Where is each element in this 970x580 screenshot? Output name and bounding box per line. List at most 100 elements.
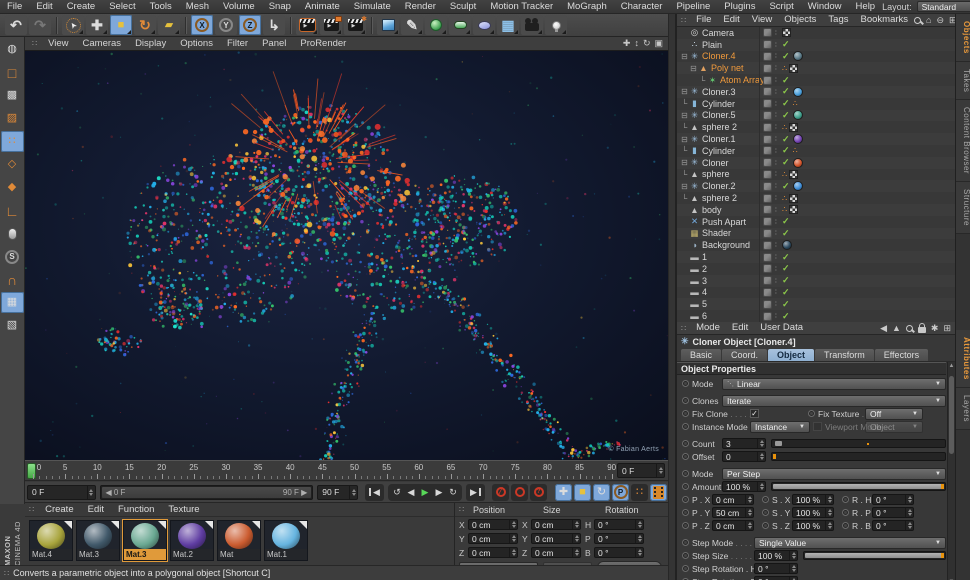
coord-field-position-x[interactable]: 0 cm [468,519,518,530]
render-queue-icon[interactable]: ✱ [344,15,367,35]
menu-edit[interactable]: Edit [726,321,754,335]
menu-mode[interactable]: Mode [690,321,726,335]
object-row-sphere[interactable]: └ ▲ sphere ∶ ∴ [677,168,955,181]
keyframe-circle[interactable] [808,410,815,417]
layer-box-icon[interactable] [763,87,772,97]
visibility-dots-icon[interactable]: ∶ [775,312,779,320]
texture-tag-icon[interactable] [789,169,799,179]
tab-object[interactable]: Object [768,349,815,361]
keyframe-circle[interactable] [682,496,689,503]
visibility-dots-icon[interactable]: ∶ [775,253,779,261]
visibility-dots-icon[interactable]: ∶ [775,100,779,108]
keyframe-circle[interactable] [762,496,769,503]
sz-field[interactable]: 100 % [792,520,834,531]
spline-pen-icon[interactable]: ✎ [401,15,423,35]
coord-field-position-z[interactable]: 0 cm [468,547,518,558]
texture-tag-icon[interactable] [789,205,799,215]
panel-handle-icon[interactable]: ∷ [28,39,41,48]
workplane-options-icon[interactable]: ▧ [1,315,24,336]
step-rotation-h-field[interactable]: 0 ° [754,563,798,574]
object-row-cloner-5[interactable]: ⊟ ✳ Cloner.5 ∶ ✓ [677,109,955,122]
menu-window[interactable]: Window [801,0,849,14]
menu-tools[interactable]: Tools [143,0,179,14]
menu-plugins[interactable]: Plugins [717,0,762,14]
object-row-background[interactable]: ◑ Background ∶ [677,239,955,252]
menu-panel[interactable]: Panel [255,37,293,51]
record-keyframe-button[interactable]: ╱ [492,483,509,501]
layer-box-icon[interactable] [763,205,772,215]
clones-dropdown[interactable]: Iterate ▼ [722,394,946,407]
visibility-dots-icon[interactable]: ∶ [775,52,779,60]
visibility-dots-icon[interactable]: ∶ [775,277,779,285]
tree-expander[interactable]: ⊟ [680,111,689,120]
keyframe-circle[interactable] [682,522,689,529]
keyframe-circle[interactable] [682,483,689,490]
phong-tag-icon[interactable]: ∴ [793,146,798,155]
keyframe-circle[interactable] [682,552,689,559]
viewport-mode-dropdown[interactable]: Object ▼ [865,420,923,433]
menu-create[interactable]: Create [60,0,103,14]
viewport-render[interactable]: © Fabian Aerts [25,51,668,460]
keyframe-circle[interactable] [842,509,849,516]
menu-edit[interactable]: Edit [81,503,111,517]
per-step-dropdown[interactable]: Per Step ▼ [722,467,946,480]
keyframe-circle[interactable] [682,380,689,387]
tree-expander[interactable]: ⊟ [689,64,698,73]
phong-tag-icon[interactable]: ∴ [782,123,787,132]
coord-field-rotation-b[interactable]: 0 ° [594,547,644,558]
coord-field-position-y[interactable]: 0 cm [468,533,518,544]
visibility-dots-icon[interactable]: ∶ [775,288,779,296]
coord-field-size-x[interactable]: 0 cm [531,519,581,530]
object-row-body[interactable]: ▲ body ∶ ∴ [677,203,955,216]
enabled-check-icon[interactable]: ✓ [782,181,790,192]
mode-dropdown[interactable]: ⋱ Linear ▼ [722,377,946,390]
enabled-check-icon[interactable]: ✓ [782,311,790,322]
amount-slider[interactable] [771,482,946,491]
material-mat-3-1[interactable]: Mat.3 [76,520,120,561]
visibility-dots-icon[interactable]: ∶ [775,111,779,119]
object-row-sphere-2[interactable]: └ ▲ sphere 2 ∶ ∴ [677,121,955,134]
enabled-check-icon[interactable]: ✓ [782,275,790,286]
object-row-5[interactable]: ▬ 5 ∶ ✓ [677,298,955,311]
rh-field[interactable]: 0 ° [872,494,914,505]
visibility-dots-icon[interactable]: ∶ [775,300,779,308]
workplane-mode-icon[interactable]: ▨ [1,108,24,129]
tree-expander[interactable]: ⊟ [680,182,689,191]
visibility-dots-icon[interactable]: ∶ [775,182,779,190]
render-view-icon[interactable] [296,15,318,35]
playhead[interactable] [27,463,36,479]
object-row-6[interactable]: ▬ 6 ∶ ✓ [677,310,955,322]
step-size-slider[interactable] [803,551,946,560]
menu-pipeline[interactable]: Pipeline [669,0,717,14]
visibility-dots-icon[interactable]: ∶ [775,88,779,96]
keyframe-circle[interactable] [682,509,689,516]
menu-character[interactable]: Character [614,0,670,14]
offset-slider[interactable] [771,452,946,461]
keyframe-circle[interactable] [682,565,689,572]
menu-filter[interactable]: Filter [220,37,255,51]
frame-spinner[interactable]: 0 F [617,463,665,478]
phong-tag-icon[interactable]: ∴ [782,194,787,203]
coord-field-rotation-p[interactable]: 0 ° [594,533,644,544]
texture-tag-icon[interactable] [789,122,799,132]
visibility-dots-icon[interactable]: ∶ [775,241,779,249]
tab-effectors[interactable]: Effectors [874,349,929,361]
texture-mode-icon[interactable]: ▩ [1,85,24,106]
pan-view-icon[interactable]: ✚ [623,38,631,49]
coord-field-size-y[interactable]: 0 cm [531,533,581,544]
dock-tab-takes[interactable]: Takes [956,61,970,101]
keying-options-button[interactable]: ? [530,483,547,501]
layer-box-icon[interactable] [763,134,772,144]
visibility-dots-icon[interactable]: ∶ [775,123,779,131]
layout-dropdown[interactable]: Standard▼ [916,1,970,12]
panel-divider[interactable] [668,14,676,580]
play-loop-button[interactable]: ↻ [446,484,460,501]
layer-box-icon[interactable] [763,181,772,191]
layer-box-icon[interactable] [763,40,772,50]
render-settings-icon[interactable] [320,15,342,35]
layer-box-icon[interactable] [763,287,772,297]
menu-prorender[interactable]: ProRender [293,37,353,51]
panel-handle-icon[interactable]: ∷ [677,16,690,25]
snap-enable-icon[interactable]: S [1,246,24,267]
rotation-key-toggle[interactable]: ↻ [593,483,610,501]
